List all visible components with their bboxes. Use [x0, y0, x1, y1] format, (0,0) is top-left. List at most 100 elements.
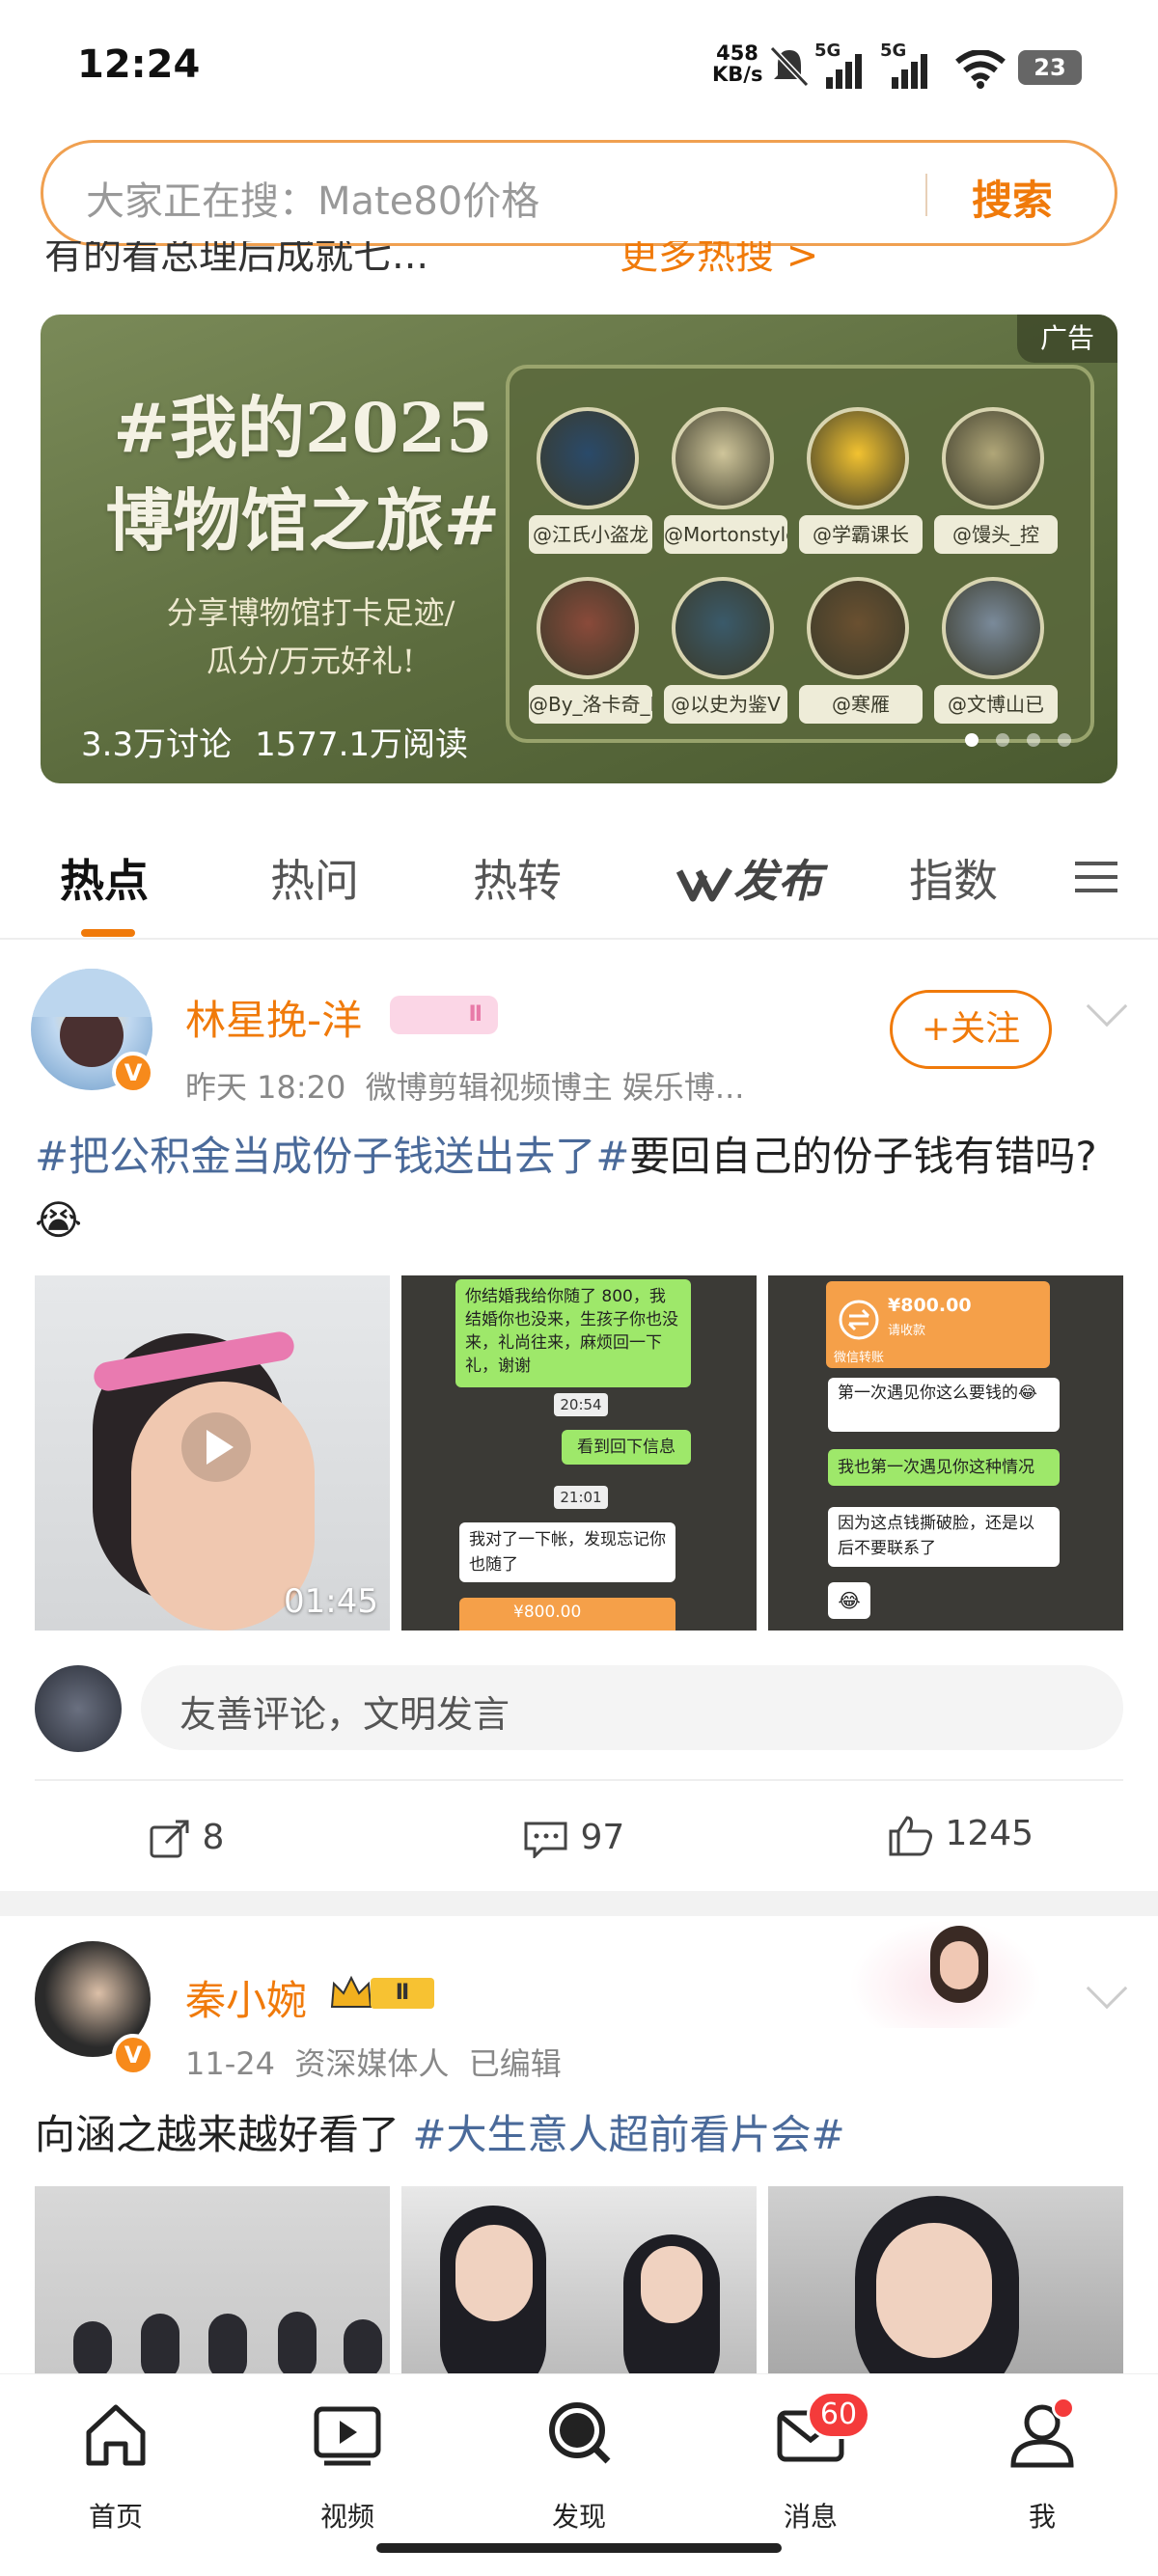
banner-page-dot[interactable] [965, 733, 979, 747]
banner-account-avatar[interactable] [807, 577, 909, 679]
discussion-count: 3.3万讨论 [81, 726, 233, 764]
read-count: 1577.1万阅读 [255, 726, 469, 764]
post2-description: 资深媒体人 [294, 2045, 450, 2082]
banner-account-label[interactable]: @馒头_控 [934, 515, 1058, 554]
status-bar: 12:24 458 KB/s 5G 5G 23 [0, 0, 1158, 135]
banner-account-label[interactable]: @寒雁 [799, 685, 923, 724]
comment-input[interactable]: 友善评论，文明发言 [141, 1665, 1123, 1750]
verified-badge-icon: V [112, 1052, 154, 1094]
chevron-down-icon[interactable] [1086, 1967, 1128, 2010]
comment-placeholder[interactable]: 友善评论，文明发言 [179, 1685, 510, 1738]
home-icon [86, 2404, 146, 2466]
banner-account-label[interactable]: @以史为鉴V [664, 685, 787, 724]
post1-image-3[interactable]: ¥800.00 请收款 微信转账 第一次遇见你这么要钱的😂 我也第一次遇见你这种… [768, 1275, 1123, 1631]
post2-image-2[interactable] [401, 2186, 757, 2375]
profile-icon [1010, 2404, 1074, 2468]
post1-image-2[interactable]: 你结婚我给你随了 800，我结婚你也没来，生孩子你也没来，礼尚往来，麻烦回一下礼… [401, 1275, 757, 1631]
banner-account-label[interactable]: @江氏小盗龙 [529, 515, 652, 554]
trending-peek[interactable]: 有的看总理后成就七... 更多热搜 > [41, 241, 1117, 280]
banner-account-avatar[interactable] [942, 407, 1044, 509]
chat-bubble: 看到回下信息 [562, 1430, 691, 1465]
chat-bubble: 😂 [828, 1582, 870, 1619]
divider [35, 1779, 1123, 1781]
post2-time: 11-24 [185, 2045, 275, 2082]
banner-subtitle: 分享博物馆打卡足迹/ 瓜分/万元好礼! [137, 589, 484, 685]
chat-bubble: 你结婚我给你随了 800，我结婚你也没来，生孩子你也没来，礼尚往来，麻烦回一下礼… [455, 1279, 691, 1387]
banner-page-dot[interactable] [996, 733, 1009, 747]
banner-page-dot[interactable] [1027, 733, 1040, 747]
post2-meta: 11-24 资深媒体人 已编辑 [185, 2040, 562, 2084]
tab-index[interactable]: 指数 [909, 846, 998, 910]
banner-account-panel: @江氏小盗龙 @Mortonstyle @学霸课长 @馒头_控 @By_洛卡奇_LooK… [506, 365, 1094, 743]
banner-page-dot[interactable] [1058, 733, 1071, 747]
nav-discover[interactable]: 发现 [521, 2394, 637, 2533]
banner-account-label[interactable]: @Mortonstyle [664, 515, 787, 554]
more-trending-link[interactable]: 更多热搜 > [620, 241, 818, 280]
post1-description: 微博剪辑视频博主 娱乐博... [365, 1069, 745, 1106]
banner-account-label[interactable]: @文博山已 [934, 685, 1058, 724]
tab-hot-reposts[interactable]: 热转 [473, 846, 562, 910]
nav-home[interactable]: 首页 [58, 2394, 174, 2533]
repost-button[interactable]: 8 [149, 1818, 224, 1858]
crown-icon [330, 1975, 372, 2008]
post1-text: #把公积金当成份子钱送出去了#要回自己的份子钱有错吗?😭 [35, 1125, 1125, 1252]
search-input[interactable]: 大家正在搜：Mate80价格 [86, 170, 539, 226]
menu-icon[interactable] [1075, 858, 1117, 896]
nav-video-label: 视频 [319, 2501, 374, 2533]
post2-decoration [849, 1920, 1042, 2028]
banner-stats: 3.3万讨论 1577.1万阅读 [81, 718, 491, 765]
video-icon [314, 2406, 381, 2466]
wifi-icon [955, 50, 1006, 89]
nav-video[interactable]: 视频 [290, 2394, 405, 2533]
status-time: 12:24 [77, 42, 201, 87]
post2-topic[interactable]: #大生意人超前看片会# [412, 2111, 844, 2158]
post2-image-3[interactable] [768, 2186, 1123, 2375]
post2-text: 向涵之越来越好看了 #大生意人超前看片会# [35, 2103, 1125, 2167]
promo-banner[interactable]: 广告 #我的2025 博物馆之旅# 分享博物馆打卡足迹/ 瓜分/万元好礼! 3.… [41, 315, 1117, 783]
chevron-down-icon[interactable] [1086, 985, 1128, 1028]
video-duration: 01:45 [284, 1582, 378, 1621]
banner-account-label[interactable]: @学霸课长 [799, 515, 923, 554]
post2-username[interactable]: 秦小婉 [185, 1968, 307, 2027]
search-button[interactable]: 搜索 [972, 168, 1053, 227]
post1-username[interactable]: 林星挽-洋 [185, 988, 362, 1047]
profile-notification-dot [1052, 2397, 1075, 2420]
follow-button[interactable]: +关注 [890, 990, 1052, 1069]
chat-bubble: 因为这点钱撕破脸，还是以后不要联系了 [828, 1507, 1060, 1567]
transfer-card: ¥800.00 请收款 微信转账 [826, 1281, 1050, 1368]
banner-account-avatar[interactable] [672, 407, 774, 509]
banner-subtitle-line1: 分享博物馆打卡足迹/ [166, 594, 455, 631]
trending-peek-text[interactable]: 有的看总理后成就七... [44, 241, 428, 280]
chat-time: 21:01 [554, 1486, 608, 1509]
my-avatar[interactable] [35, 1665, 122, 1752]
like-button[interactable]: 1245 [888, 1814, 1034, 1856]
play-icon[interactable] [179, 1411, 253, 1484]
banner-subtitle-line2: 瓜分/万元好礼! [207, 643, 415, 679]
post1-video-thumbnail[interactable]: 01:45 [35, 1275, 390, 1631]
search-bar[interactable]: 大家正在搜：Mate80价格 搜索 [41, 140, 1117, 246]
home-indicator[interactable] [376, 2543, 782, 2553]
banner-account-avatar[interactable] [537, 577, 639, 679]
weibo-v-logo-icon [676, 866, 733, 901]
post1-topic[interactable]: #把公积金当成份子钱送出去了# [35, 1133, 629, 1180]
comment-button[interactable]: 97 [523, 1818, 624, 1860]
tab-publish[interactable]: 发布 [676, 846, 822, 910]
banner-account-avatar[interactable] [672, 577, 774, 679]
transfer-sub: 请收款 [888, 1324, 926, 1338]
banner-account-avatar[interactable] [537, 407, 639, 509]
banner-account-avatar[interactable] [807, 407, 909, 509]
comment-icon [524, 1822, 567, 1860]
nav-profile[interactable]: 我 [984, 2394, 1100, 2533]
chat-bubble: 我对了一下帐，发现忘记你也随了 [459, 1522, 676, 1582]
tab-hot-questions[interactable]: 热问 [270, 846, 359, 910]
discover-icon [549, 2402, 611, 2464]
tab-hot[interactable]: 热点 [60, 846, 149, 910]
post1-meta: 昨天 18:20 微博剪辑视频博主 娱乐博... [185, 1063, 744, 1108]
banner-account-avatar[interactable] [942, 577, 1044, 679]
nav-home-label: 首页 [88, 2501, 143, 2533]
transfer-source: 微信转账 [834, 1351, 885, 1365]
post2-image-1[interactable] [35, 2186, 390, 2375]
banner-title-line1: #我的2025 [113, 388, 493, 468]
nav-profile-label: 我 [1028, 2501, 1056, 2533]
banner-account-label[interactable]: @By_洛卡奇_LooKaqi [529, 685, 652, 724]
